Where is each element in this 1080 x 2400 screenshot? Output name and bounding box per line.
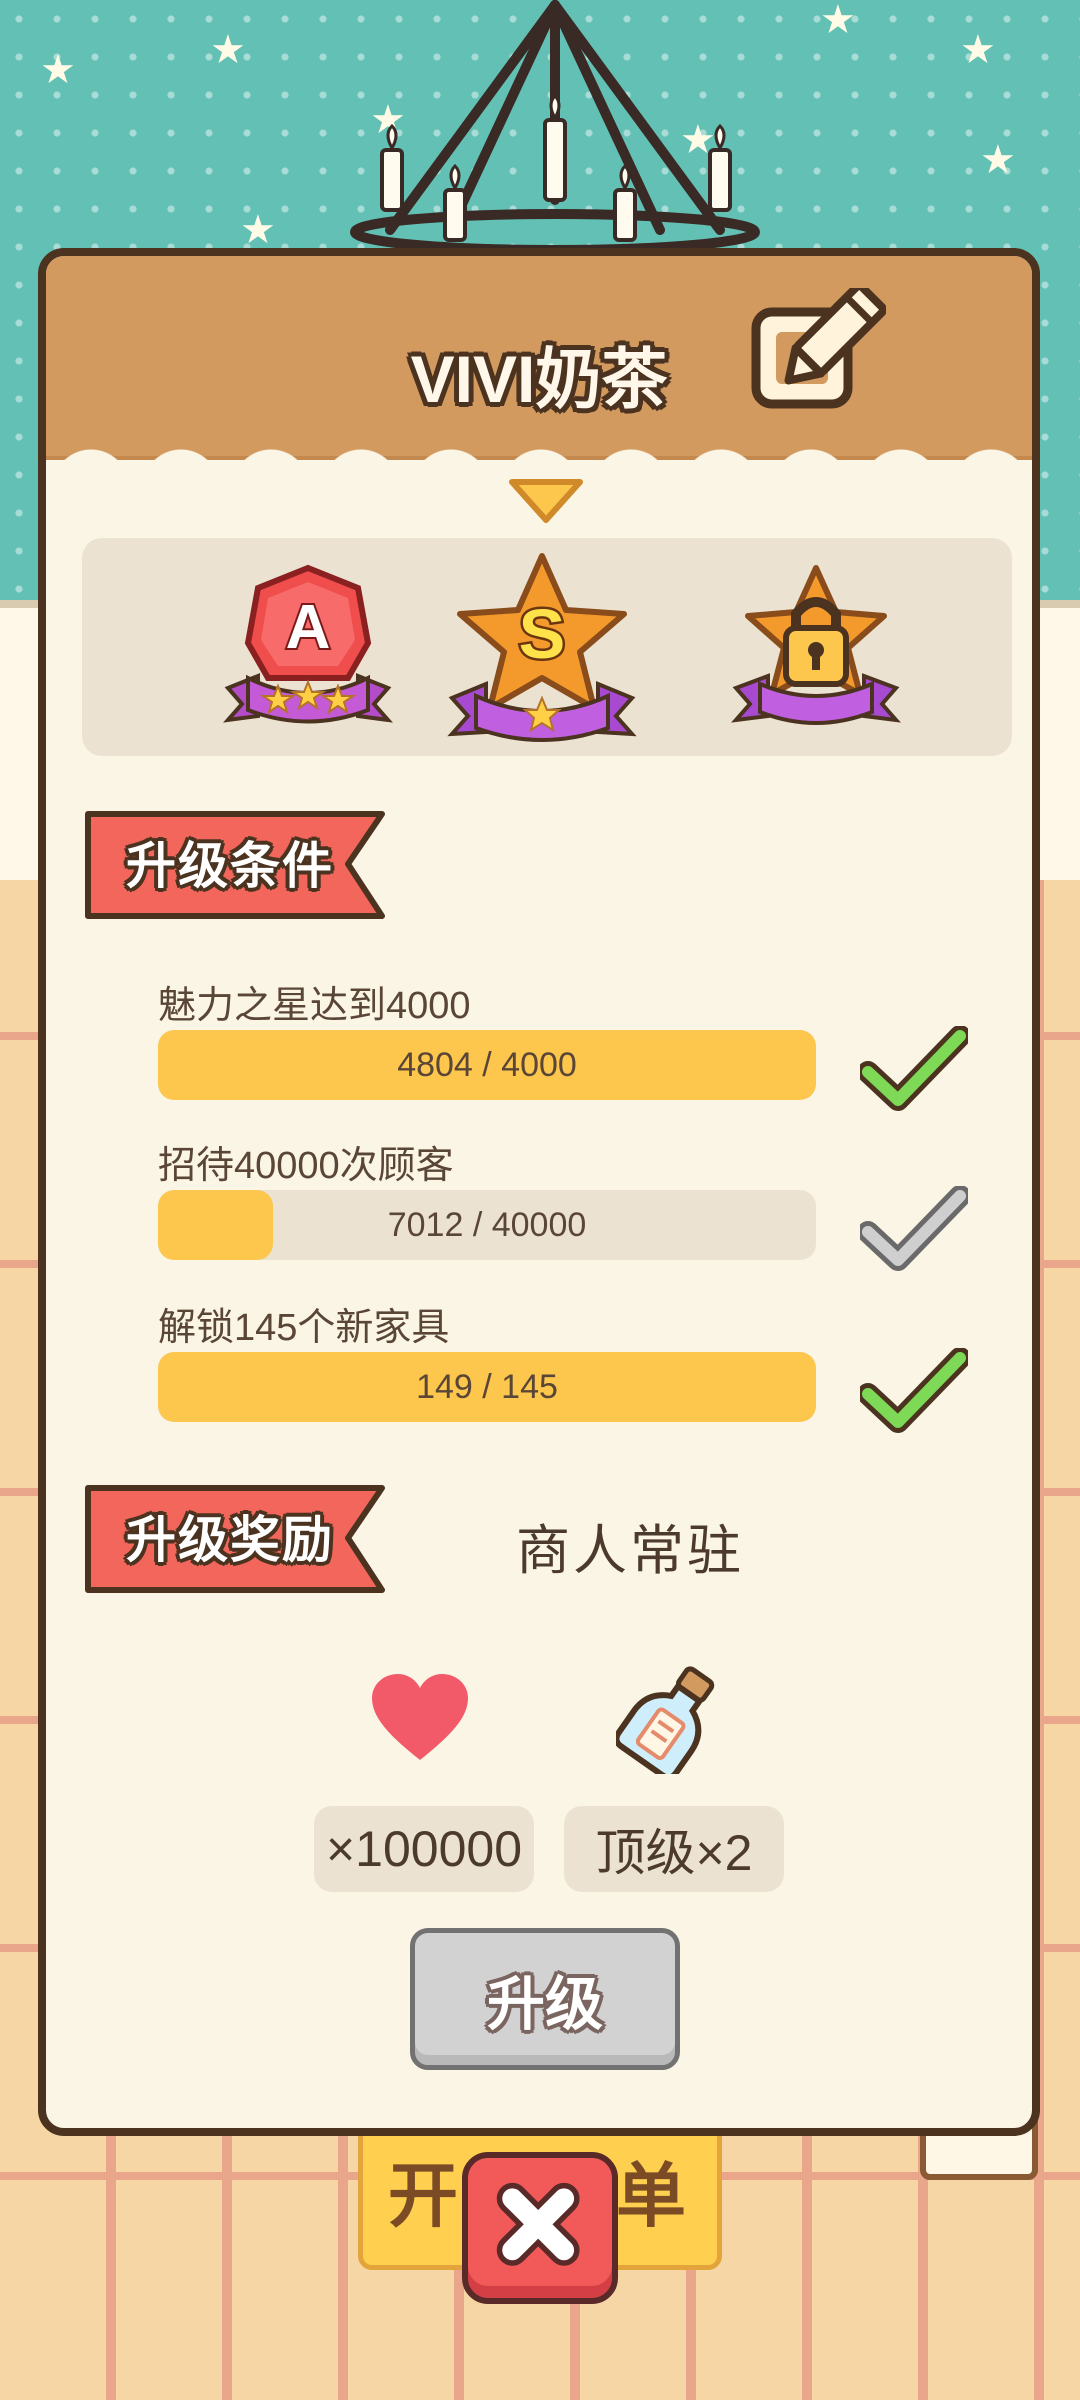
- conditions-ribbon: 升级条件: [82, 804, 402, 924]
- check-icon: [860, 1348, 968, 1433]
- star-decoration: ★: [820, 0, 856, 42]
- star-decoration: ★: [240, 208, 276, 252]
- rewards-ribbon: 升级奖励: [82, 1478, 402, 1598]
- condition-label: 魅力之星达到4000: [158, 985, 471, 1027]
- conditions-header: 升级条件: [126, 838, 334, 894]
- rank-pointer-icon: [509, 479, 583, 523]
- close-icon[interactable]: [462, 2152, 618, 2304]
- star-decoration: ★: [40, 48, 76, 92]
- message-bottle-icon: [616, 1666, 715, 1774]
- edit-pencil-icon[interactable]: [746, 288, 886, 418]
- condition-row: 魅力之星达到4000 4804 / 4000: [158, 974, 1008, 1111]
- progress-bar: 149 / 145: [158, 1352, 816, 1422]
- rank-s-letter: S: [519, 595, 566, 673]
- check-icon: [860, 1186, 968, 1271]
- rank-s-badge[interactable]: S: [442, 548, 642, 748]
- heart-icon: [372, 1674, 468, 1760]
- chandelier-icon: [350, 0, 760, 255]
- condition-label: 招待40000次顾客: [158, 1145, 454, 1187]
- check-icon: [860, 1026, 968, 1111]
- condition-row: 解锁145个新家具 149 / 145: [158, 1296, 1008, 1433]
- bottle-reward-amount: 顶级×2: [564, 1806, 784, 1892]
- upgrade-button[interactable]: 升级: [410, 1928, 680, 2070]
- reward-title: 商人常驻: [516, 1521, 744, 1581]
- rank-selector-panel: A S: [82, 538, 1012, 756]
- progress-bar: 4804 / 4000: [158, 1030, 816, 1100]
- condition-label: 解锁145个新家具: [158, 1307, 450, 1349]
- star-decoration: ★: [210, 28, 246, 72]
- progress-bar: 7012 / 40000: [158, 1190, 816, 1260]
- rank-a-badge[interactable]: A: [208, 548, 408, 748]
- condition-row: 招待40000次顾客 7012 / 40000: [158, 1134, 1008, 1271]
- rewards-header: 升级奖励: [126, 1512, 334, 1568]
- heart-reward-amount: ×100000: [314, 1806, 534, 1892]
- progress-text: 4804 / 4000: [397, 1045, 577, 1084]
- star-decoration: ★: [980, 138, 1016, 182]
- rank-a-letter: A: [286, 593, 331, 662]
- progress-text: 7012 / 40000: [387, 1205, 587, 1244]
- star-decoration: ★: [960, 28, 996, 72]
- shop-upgrade-dialog: VIVI奶茶 A S 升级条件 魅力之星达到4000 4804 / 4000 招…: [38, 248, 1040, 2136]
- progress-text: 149 / 145: [416, 1367, 558, 1406]
- rank-locked-badge[interactable]: [716, 548, 916, 748]
